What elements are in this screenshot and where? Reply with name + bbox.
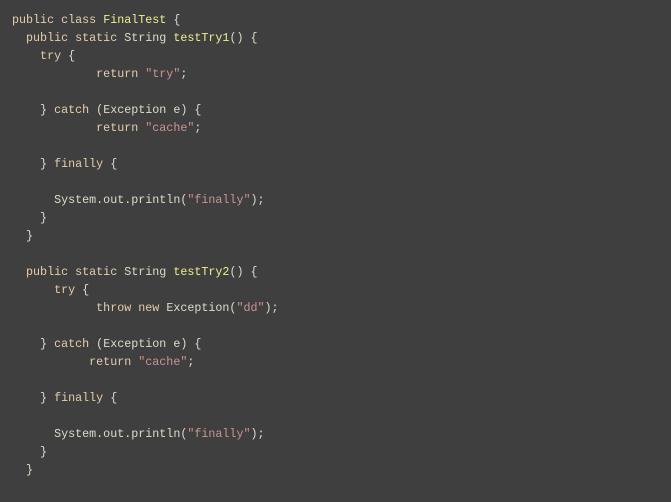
keyword-token: try [12,49,62,63]
code-line: throw new Exception("dd"); [12,299,279,317]
plain-token: } [12,229,34,243]
plain-token: } [12,157,55,171]
code-line: System.out.println("finally"); [12,425,279,443]
plain-token: } [12,211,48,225]
plain-token: () { [229,31,258,45]
plain-token: } [12,445,48,459]
keyword-token: catch [54,337,90,351]
code-line: System.out.println("finally"); [12,191,279,209]
code-line: } [12,209,279,227]
string-token: "finally" [187,427,251,441]
keyword-token: try [12,283,76,297]
code-line: } [12,461,279,479]
plain-token: } [12,103,55,117]
code-line: } [12,227,279,245]
keyword-token: public class [12,13,104,27]
keyword-token: finally [54,157,104,171]
code-line: public class FinalTest { [12,11,279,29]
plain-token: { [75,283,90,297]
code-line: } catch (Exception e) { [12,101,279,119]
plain-token: ); [250,427,265,441]
code-line: } [12,443,279,461]
plain-token: String [124,31,174,45]
plain-token: } [12,391,55,405]
plain-token: } [12,337,55,351]
code-line: try { [12,47,279,65]
keyword-token: finally [54,391,104,405]
keyword-token: return [12,355,139,369]
plain-token: { [61,49,76,63]
code-line: return "try"; [12,65,279,83]
string-token: "cache" [145,121,195,135]
string-token: "try" [145,67,181,81]
plain-token: (Exception e) { [89,103,202,117]
code-line: try { [12,281,279,299]
title-token: testTry1 [173,31,230,45]
code-line: } finally { [12,389,279,407]
title-token: FinalTest [103,13,167,27]
plain-token: } [12,463,34,477]
plain-token: ; [187,355,195,369]
plain-token: ); [264,301,279,315]
keyword-token: throw new [12,301,167,315]
string-token: "dd" [236,301,265,315]
string-token: "cache" [138,355,188,369]
plain-token: { [103,157,118,171]
code-block: public class FinalTest { public static S… [12,11,279,479]
code-line: public static String testTry1() { [12,29,279,47]
plain-token: ; [180,67,188,81]
code-line: } finally { [12,155,279,173]
plain-token: Exception( [166,301,237,315]
plain-token: (Exception e) { [89,337,202,351]
string-token: "finally" [187,193,251,207]
title-token: testTry2 [173,265,230,279]
plain-token: String [124,265,174,279]
code-line: public static String testTry2() { [12,263,279,281]
plain-token: { [103,391,118,405]
keyword-token: return [12,67,146,81]
keyword-token: public static [12,265,125,279]
code-line: return "cache"; [12,353,279,371]
keyword-token: public static [12,31,125,45]
keyword-token: return [12,121,146,135]
code-line: } catch (Exception e) { [12,335,279,353]
plain-token: { [166,13,181,27]
plain-token: ; [194,121,202,135]
plain-token: () { [229,265,258,279]
plain-token: System.out.println( [12,427,188,441]
plain-token: System.out.println( [12,193,188,207]
code-line: return "cache"; [12,119,279,137]
plain-token: ); [250,193,265,207]
keyword-token: catch [54,103,90,117]
